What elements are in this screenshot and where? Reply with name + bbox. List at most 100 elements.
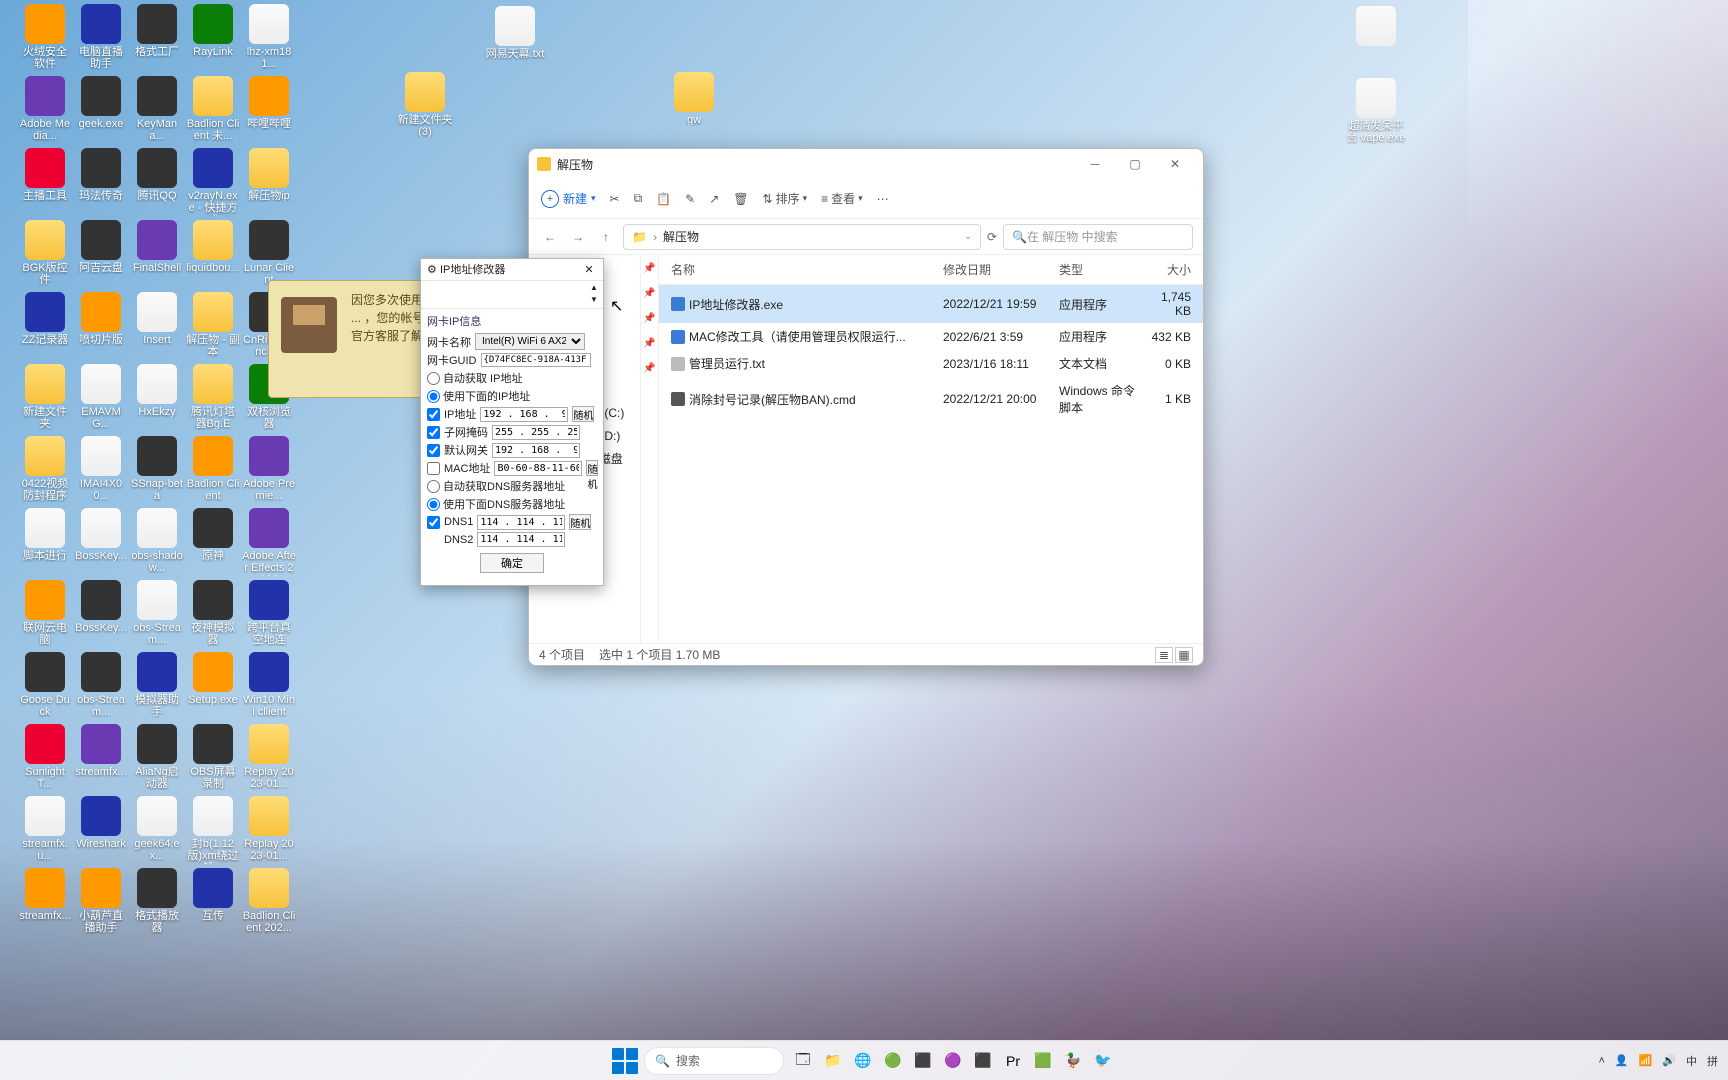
rename-button[interactable]: ✎ <box>685 192 695 206</box>
desktop-icon[interactable]: Badlion Client 202... <box>242 868 296 934</box>
column-headers[interactable]: 名称 修改日期 类型 大小 <box>659 255 1203 285</box>
taskbar-app[interactable]: Pr <box>1000 1048 1026 1074</box>
desktop-icon[interactable]: BGK版控件 <box>18 220 72 286</box>
taskbar-app[interactable]: 🌐 <box>850 1048 876 1074</box>
auto-dns-radio[interactable] <box>427 480 440 493</box>
desktop-icon[interactable]: liquidbou... <box>186 220 240 274</box>
col-date[interactable]: 修改日期 <box>939 259 1055 280</box>
spin-up-button[interactable]: ▲ <box>587 283 601 295</box>
ip-checkbox[interactable] <box>427 408 440 421</box>
pin-icon[interactable]: 📌 <box>643 363 655 374</box>
copy-button[interactable]: ⧉ <box>634 191 643 206</box>
sort-button[interactable]: ⇅ 排序 ▾ <box>763 190 808 207</box>
desktop-icon[interactable]: 解压物 - 副本 <box>186 292 240 358</box>
close-button[interactable]: ✕ <box>581 259 597 281</box>
tray-chevron[interactable]: ˄ <box>1598 1055 1604 1067</box>
file-row[interactable]: 管理员运行.txt2023/1/16 18:11文本文档0 KB <box>659 350 1203 377</box>
taskbar-app[interactable]: ⬛ <box>910 1048 936 1074</box>
desktop-icon[interactable]: BossKey... <box>74 508 128 562</box>
ip-field[interactable] <box>480 407 568 422</box>
file-row[interactable]: MAC修改工具（请使用管理员权限运行...2022/6/21 3:59应用程序4… <box>659 323 1203 350</box>
mask-field[interactable] <box>492 425 580 440</box>
gateway-checkbox[interactable] <box>427 444 440 457</box>
dns1-checkbox[interactable] <box>427 516 440 529</box>
dialog-titlebar[interactable]: ⚙ IP地址修改器 ✕ <box>421 259 603 281</box>
random-dns-button[interactable]: 随机 <box>569 514 591 530</box>
back-button[interactable]: ← <box>539 230 561 244</box>
desktop-icon[interactable]: 超清发呆平台 vape.exe <box>1344 78 1408 144</box>
desktop-icon[interactable]: 阿吉云盘 <box>74 220 128 274</box>
pin-icon[interactable]: 📌 <box>643 313 655 324</box>
desktop-icon[interactable]: Lunar Client <box>242 220 296 286</box>
desktop-icon[interactable] <box>1344 6 1408 48</box>
search-input[interactable]: 🔍 在 解压物 中搜索 <box>1003 224 1193 250</box>
adapter-select[interactable]: Intel(R) WiFi 6 AX201 160MHz <box>475 333 585 350</box>
desktop-icon[interactable]: v2rayN.exe - 快捷方式 <box>186 148 240 216</box>
desktop-icon[interactable]: Replay 2023-01... <box>242 724 296 790</box>
desktop-icon[interactable]: 哔哩哔哩 <box>242 76 296 130</box>
desktop-icon[interactable]: 腾讯QQ <box>130 148 184 202</box>
col-type[interactable]: 类型 <box>1055 259 1139 280</box>
desktop-icon[interactable]: 夜神模拟器 <box>186 580 240 646</box>
desktop-icon[interactable]: Insert <box>130 292 184 346</box>
desktop-icon[interactable]: 跨平台真空地连 <box>242 580 296 646</box>
mac-checkbox[interactable] <box>427 462 440 475</box>
desktop-icon[interactable]: EMAVMG... <box>74 364 128 430</box>
desktop-icon[interactable]: 火绒安全软件 <box>18 4 72 70</box>
titlebar[interactable]: 解压物 ─ ▢ ✕ <box>529 149 1203 179</box>
delete-button[interactable]: 🗑 <box>733 192 748 206</box>
desktop-icon[interactable]: 电脑直播助手 <box>74 4 128 70</box>
desktop-icon[interactable]: IMAI4X00... <box>74 436 128 502</box>
desktop-icon[interactable]: Goose Duck <box>18 652 72 718</box>
desktop-icon[interactable]: BossKey... <box>74 580 128 634</box>
desktop-icon[interactable]: Adobe Premie... <box>242 436 296 502</box>
desktop-icon[interactable]: lhz-xm181... <box>242 4 296 70</box>
desktop-icon[interactable]: streamfx.u... <box>18 796 72 862</box>
manual-dns-radio[interactable] <box>427 498 440 511</box>
col-name[interactable]: 名称 <box>667 259 939 280</box>
desktop-icon[interactable]: Setup.exe <box>186 652 240 706</box>
taskbar-app[interactable]: 📁 <box>820 1048 846 1074</box>
minimize-button[interactable]: ─ <box>1075 150 1115 178</box>
pin-icon[interactable]: 📌 <box>643 338 655 349</box>
desktop-icon[interactable]: AliaNg启动器 <box>130 724 184 790</box>
desktop-icon[interactable]: gw <box>662 72 726 126</box>
desktop-icon[interactable]: HxEkzy <box>130 364 184 418</box>
start-button[interactable] <box>612 1048 638 1074</box>
cut-button[interactable]: ✂ <box>610 192 620 206</box>
close-button[interactable]: ✕ <box>1155 150 1195 178</box>
mask-checkbox[interactable] <box>427 426 440 439</box>
view-button[interactable]: ≡ 查看 ▾ <box>821 190 863 207</box>
forward-button[interactable]: → <box>567 230 589 244</box>
maximize-button[interactable]: ▢ <box>1115 150 1155 178</box>
desktop-icon[interactable]: 互传 <box>186 868 240 922</box>
desktop-icon[interactable]: 模拟器助手 <box>130 652 184 718</box>
desktop-icon[interactable]: 腾讯灯塔器Bg.E <box>186 364 240 430</box>
up-button[interactable]: ↑ <box>595 230 617 244</box>
desktop-icon[interactable]: ZZ记录器 <box>18 292 72 346</box>
spin-down-button[interactable]: ▼ <box>587 295 601 307</box>
desktop-icon[interactable]: 小葫芦直播助手 <box>74 868 128 934</box>
file-row[interactable]: 消除封号记录(解压物BAN).cmd2022/12/21 20:00Window… <box>659 377 1203 421</box>
desktop-icon[interactable]: 0422视频防封程序 <box>18 436 72 502</box>
desktop-icon[interactable]: 格式播放器 <box>130 868 184 934</box>
desktop-icon[interactable]: RayLink <box>186 4 240 58</box>
more-button[interactable]: ⋯ <box>877 192 889 206</box>
chevron-down-icon[interactable]: ⌄ <box>964 231 972 242</box>
taskbar-app[interactable]: 🗔 <box>790 1048 816 1074</box>
pin-icon[interactable]: 📌 <box>643 288 655 299</box>
desktop-icon[interactable]: SSnap-beta <box>130 436 184 502</box>
tray-ime1[interactable]: 中 <box>1686 1053 1697 1069</box>
desktop-icon[interactable]: FinalShell <box>130 220 184 274</box>
desktop-icon[interactable]: Replay 2023-01... <box>242 796 296 862</box>
view-list-button[interactable]: ≣ <box>1155 647 1173 663</box>
tray-network-icon[interactable]: 📶 <box>1639 1054 1653 1067</box>
manual-ip-radio[interactable] <box>427 390 440 403</box>
desktop-icon[interactable]: streamfx... <box>18 868 72 922</box>
desktop-icon[interactable]: OBS屏幕录制 <box>186 724 240 790</box>
desktop-icon[interactable]: 联网云电脑 <box>18 580 72 646</box>
desktop-icon[interactable]: 封b(1.12版)xm绕过躲... <box>186 796 240 864</box>
pin-icon[interactable]: 📌 <box>643 263 655 274</box>
ok-button[interactable]: 确定 <box>480 553 544 573</box>
taskbar-app[interactable]: 🟣 <box>940 1048 966 1074</box>
